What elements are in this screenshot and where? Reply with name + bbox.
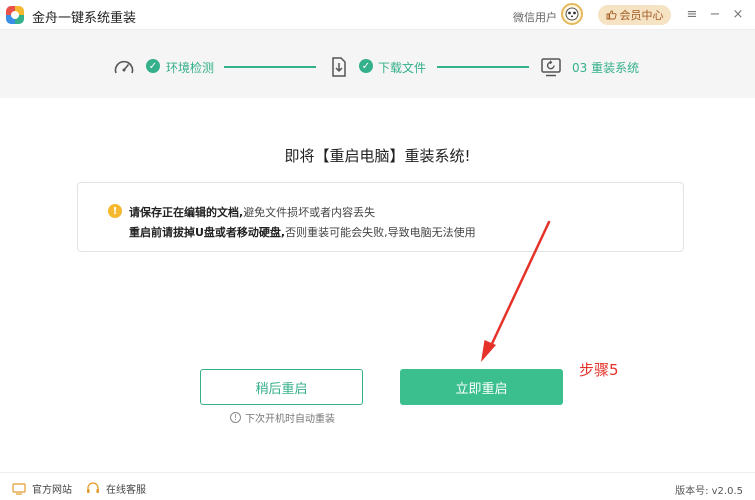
step-label-env-check: 环境检测 bbox=[166, 61, 215, 75]
progress-steps: ✓ 环境检测 ✓ 下载文件 03 重装系统 bbox=[0, 30, 755, 98]
notice-line-2-bold: 重启前请拔掉U盘或者移动硬盘, bbox=[129, 226, 286, 239]
app-title: 金舟一键系统重装 bbox=[32, 11, 137, 26]
page-title: 即将【重启电脑】重装系统! bbox=[284, 147, 471, 165]
step-done-check-icon: ✓ bbox=[359, 59, 373, 73]
minimize-button[interactable]: − bbox=[707, 6, 723, 22]
online-support-label: 在线客服 bbox=[106, 485, 146, 496]
vip-center-button[interactable]: 会员中心 bbox=[598, 5, 671, 25]
restart-now-button[interactable]: 立即重启 bbox=[400, 369, 563, 405]
online-support-link[interactable]: 在线客服 bbox=[86, 481, 146, 496]
official-website-link[interactable]: 官方网站 bbox=[12, 481, 72, 496]
thumbs-up-icon bbox=[606, 10, 617, 20]
restart-later-button[interactable]: 稍后重启 bbox=[200, 369, 363, 405]
download-file-icon bbox=[332, 57, 346, 77]
close-icon: × bbox=[732, 6, 744, 22]
headset-icon bbox=[87, 482, 99, 493]
avatar[interactable] bbox=[561, 3, 583, 25]
step-done-check-icon: ✓ bbox=[146, 59, 160, 73]
warning-notice: ! 请保存正在编辑的文档,避免文件损坏或者内容丢失 重启前请拔掉U盘或者移动硬盘… bbox=[77, 182, 684, 252]
monitor-restore-icon bbox=[541, 58, 561, 77]
monitor-icon bbox=[12, 482, 26, 495]
step-label-download: 下载文件 bbox=[378, 61, 427, 75]
vip-center-label: 会员中心 bbox=[619, 9, 664, 22]
warning-icon: ! bbox=[108, 204, 122, 218]
panda-avatar-icon bbox=[565, 7, 579, 21]
notice-line-1-rest: 避免文件损坏或者内容丢失 bbox=[243, 206, 376, 219]
notice-line-1-bold: 请保存正在编辑的文档, bbox=[129, 206, 244, 219]
close-button[interactable]: × bbox=[730, 6, 746, 22]
title-bar: 金舟一键系统重装 微信用户 会员中心 ≡ − × bbox=[0, 0, 755, 30]
step-connector bbox=[224, 66, 316, 68]
minimize-icon: − bbox=[709, 6, 721, 22]
menu-icon: ≡ bbox=[686, 6, 698, 22]
hint-text: 下次开机时自动重装 bbox=[245, 414, 335, 425]
notice-line-2-rest: 否则重装可能会失败,导致电脑无法使用 bbox=[285, 226, 476, 239]
wechat-user-label[interactable]: 微信用户 bbox=[513, 9, 557, 25]
auto-reinstall-hint: ! 下次开机时自动重装 bbox=[230, 410, 335, 425]
version-label: 版本号: v2.0.5 bbox=[675, 486, 743, 497]
step-label-reinstall: 03 重装系统 bbox=[572, 61, 640, 75]
footer: 官方网站 在线客服 版本号: v2.0.5 bbox=[0, 472, 755, 500]
official-website-label: 官方网站 bbox=[32, 485, 72, 496]
info-icon: ! bbox=[230, 412, 241, 423]
app-logo-icon bbox=[6, 6, 24, 24]
speedometer-icon bbox=[114, 60, 134, 74]
step-connector bbox=[437, 66, 529, 68]
step-annotation: 步骤5 bbox=[579, 361, 619, 379]
menu-button[interactable]: ≡ bbox=[684, 6, 700, 22]
notice-line-2: 重启前请拔掉U盘或者移动硬盘,否则重装可能会失败,导致电脑无法使用 bbox=[129, 224, 476, 240]
notice-line-1: 请保存正在编辑的文档,避免文件损坏或者内容丢失 bbox=[129, 204, 375, 220]
